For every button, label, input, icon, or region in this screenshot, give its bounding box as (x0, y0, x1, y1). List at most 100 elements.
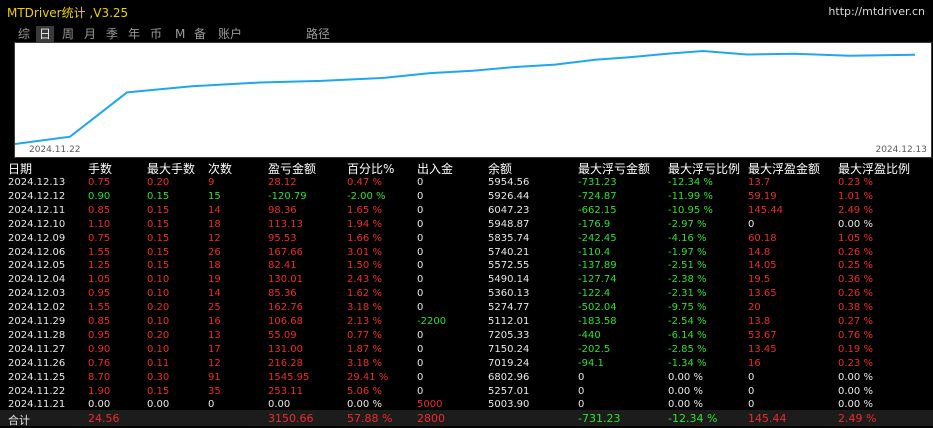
cell-balance: 5926.44 (488, 190, 530, 202)
cell-max_dd: -176.9 (578, 218, 611, 230)
column-header: 最大浮亏金额 (578, 162, 651, 176)
title-bar: MTDriver统计 ,V3.25 http://mtdriver.cn (0, 0, 933, 22)
column-header: 最大浮盈比例 (838, 162, 911, 176)
cell-deposit: 0 (417, 302, 424, 314)
cell-lots: 0.90 (88, 343, 111, 355)
tab-7[interactable]: M (175, 26, 185, 42)
cell-lots: 8.70 (88, 371, 111, 383)
cell-date: 2024.11.28 (8, 329, 66, 341)
cell-deposit: 0 (417, 371, 424, 383)
cell-max_dd_pct: 0.00 % (668, 371, 703, 383)
tab-0[interactable]: 综 (18, 26, 30, 42)
cell-count: 16 (208, 316, 221, 327)
cell-balance: 6802.96 (488, 371, 530, 383)
cell-pct: 2.43 % (347, 274, 382, 286)
cell-pnl: 106.68 (268, 316, 303, 327)
tab-10[interactable]: 路径 (306, 26, 330, 42)
cell-lots: 1.55 (88, 302, 111, 314)
tab-4[interactable]: 季 (106, 26, 118, 42)
cell-deposit: 0 (417, 190, 424, 202)
cell-lots: 0.95 (88, 329, 111, 341)
cell-pnl: 82.41 (268, 260, 297, 272)
cell-max_fp: 0 (748, 218, 755, 230)
cell-pnl: 95.53 (268, 232, 297, 244)
cell-max_dd_pct: 0.00 % (668, 385, 703, 397)
cell-max_dd_pct: -2.51 % (668, 260, 707, 272)
cell-max_lots: 0.20 (147, 329, 170, 341)
cell-max_dd: -137.89 (578, 260, 617, 272)
cell-max_lots: 0.10 (147, 288, 170, 300)
table-row: 2024.12.04 1.05 0.10 19 130.01 2.43 % 0 5490.14… (0, 273, 933, 287)
cell-pct: 29.41 % (347, 371, 389, 383)
cell-max_dd_pct: -12.34 % (668, 177, 713, 188)
cell-max_dd: -502.04 (578, 302, 617, 314)
total-deposit: 2800 (417, 412, 445, 425)
cell-max_dd: -724.87 (578, 190, 617, 202)
cell-pnl: 28.12 (268, 177, 297, 188)
cell-pnl: 85.36 (268, 288, 297, 300)
cell-balance: 5954.56 (488, 177, 530, 188)
cell-count: 25 (208, 302, 221, 314)
cell-max_dd: -122.4 (578, 288, 611, 300)
cell-deposit: 0 (417, 288, 424, 300)
cell-max_fp_pct: 0.00 % (838, 218, 873, 230)
total-lots: 24.56 (88, 412, 120, 425)
cell-lots: 1.55 (88, 246, 111, 258)
cell-count: 14 (208, 288, 221, 300)
total-max_fp_pct: 2.49 % (838, 412, 877, 425)
cell-count: 9 (208, 177, 215, 188)
cell-date: 2024.12.12 (8, 190, 66, 202)
tab-1[interactable]: 日 (36, 26, 55, 42)
cell-max_dd: -202.5 (578, 343, 611, 355)
cell-max_fp: 53.67 (748, 329, 777, 341)
total-pct: 57.88 % (347, 412, 393, 425)
cell-max_lots: 0.15 (147, 246, 170, 258)
cell-max_dd: -94.1 (578, 357, 604, 369)
tab-9[interactable]: 账户 (218, 26, 242, 42)
table-row: 2024.12.10 1.10 0.15 18 113.13 1.94 % 0 5948.87… (0, 218, 933, 232)
cell-count: 26 (208, 246, 221, 258)
cell-max_fp_pct: 0.19 % (838, 343, 873, 355)
table-row: 2024.12.05 1.25 0.15 18 82.41 1.50 % 0 5572.55 -… (0, 259, 933, 273)
cell-lots: 0.75 (88, 232, 111, 244)
cell-pnl: 216.28 (268, 357, 303, 369)
cell-max_lots: 0.15 (147, 218, 170, 230)
cell-deposit: 0 (417, 260, 424, 272)
table-row: 2024.11.26 0.76 0.11 12 216.28 3.18 % 0 7019.24… (0, 357, 933, 371)
cell-max_fp_pct: 2.49 % (838, 204, 873, 216)
cell-max_fp_pct: 0.25 % (838, 260, 873, 272)
cell-max_fp_pct: 0.27 % (838, 316, 873, 327)
cell-date: 2024.11.26 (8, 357, 66, 369)
cell-max_dd_pct: -6.14 % (668, 329, 707, 341)
cell-max_lots: 0.15 (147, 204, 170, 216)
app-title: MTDriver统计 ,V3.25 (7, 6, 129, 20)
cell-max_fp_pct: 0.23 % (838, 177, 873, 188)
tab-8[interactable]: 备 (194, 26, 206, 42)
column-header: 手数 (88, 162, 113, 176)
cell-count: 17 (208, 343, 221, 355)
tab-5[interactable]: 年 (128, 26, 140, 42)
cell-lots: 0.85 (88, 316, 111, 327)
cell-max_lots: 0.15 (147, 190, 170, 202)
cell-max_fp: 0 (748, 371, 755, 383)
cell-pnl: 113.13 (268, 218, 303, 230)
cell-deposit: 0 (417, 357, 424, 369)
cell-max_dd_pct: -2.31 % (668, 288, 707, 300)
tab-2[interactable]: 周 (62, 26, 74, 42)
cell-deposit: 0 (417, 218, 424, 230)
cell-date: 2024.11.25 (8, 371, 66, 383)
cell-max_lots: 0.10 (147, 274, 170, 286)
column-header: 日期 (8, 162, 33, 176)
cell-lots: 1.05 (88, 274, 111, 286)
website-link[interactable]: http://mtdriver.cn (828, 5, 925, 18)
column-header: 最大手数 (147, 162, 196, 176)
chart-start-date: 2024.11.22 (29, 145, 81, 155)
table-row: 2024.11.27 0.90 0.10 17 131.00 1.87 % 0 7150.24… (0, 343, 933, 357)
cell-max_dd_pct: -4.16 % (668, 232, 707, 244)
cell-max_fp: 60.18 (748, 232, 777, 244)
cell-date: 2024.12.10 (8, 218, 66, 230)
tab-3[interactable]: 月 (84, 26, 96, 42)
cell-max_lots: 0.11 (147, 357, 170, 369)
tab-6[interactable]: 币 (150, 26, 162, 42)
cell-max_fp_pct: 0.76 % (838, 329, 873, 341)
